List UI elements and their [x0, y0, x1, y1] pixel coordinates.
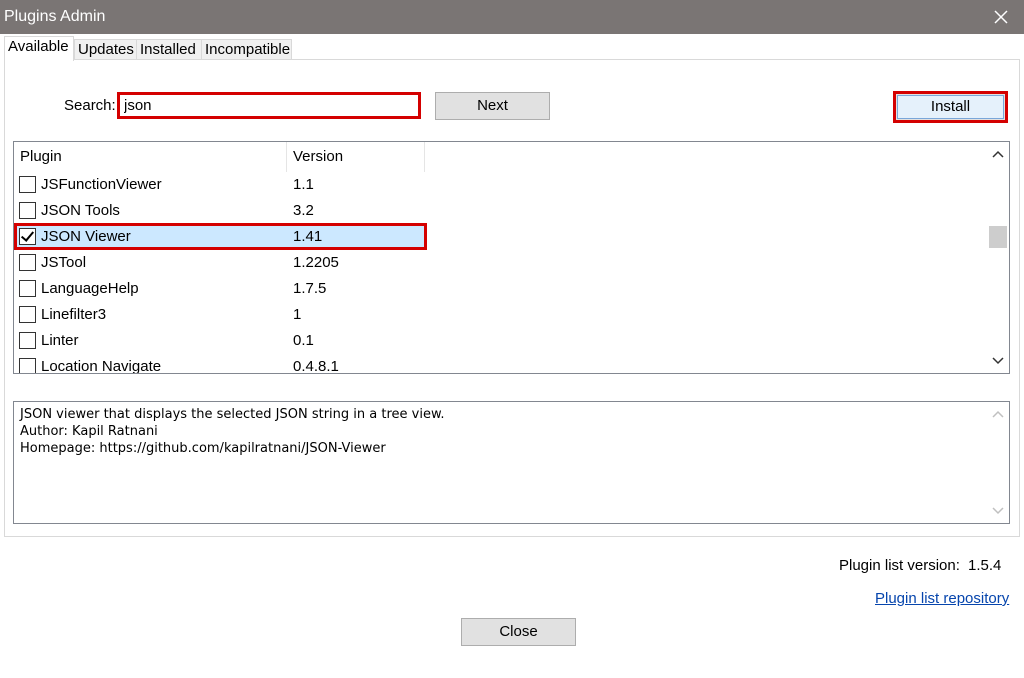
- plugin-version: 3.2: [293, 202, 314, 220]
- description-text: JSON viewer that displays the selected J…: [20, 406, 445, 457]
- plugin-name: JSFunctionViewer: [41, 176, 162, 194]
- install-button[interactable]: Install: [893, 91, 1008, 123]
- description-homepage: Homepage: https://github.com/kapilratnan…: [20, 440, 445, 457]
- plugin-checkbox[interactable]: [19, 332, 36, 349]
- tab-available[interactable]: Available: [4, 36, 74, 61]
- plugin-list-scrollbar[interactable]: [987, 142, 1009, 373]
- plugin-version: 1: [293, 306, 301, 324]
- scroll-up-button[interactable]: [987, 144, 1009, 164]
- plugin-checkbox[interactable]: [19, 202, 36, 219]
- plugin-checkbox[interactable]: [19, 254, 36, 271]
- scroll-thumb[interactable]: [989, 226, 1007, 248]
- plugin-name: Location Navigate: [41, 358, 161, 374]
- description-scrollbar[interactable]: [987, 402, 1009, 523]
- install-button-label: Install: [897, 95, 1004, 119]
- plugin-name: JSTool: [41, 254, 86, 272]
- list-item[interactable]: JSTool 1.2205: [14, 250, 986, 276]
- plugin-version: 0.1: [293, 332, 314, 350]
- next-button[interactable]: Next: [435, 92, 550, 120]
- plugin-list-version-label: Plugin list version:: [839, 557, 960, 575]
- column-divider[interactable]: [424, 142, 425, 172]
- close-button[interactable]: Close: [461, 618, 576, 646]
- plugin-list-repository-link[interactable]: Plugin list repository: [875, 590, 1009, 608]
- list-item[interactable]: LanguageHelp 1.7.5: [14, 276, 986, 302]
- plugin-description[interactable]: JSON viewer that displays the selected J…: [13, 401, 1010, 524]
- description-author: Author: Kapil Ratnani: [20, 423, 445, 440]
- plugin-checkbox[interactable]: [19, 176, 36, 193]
- plugin-version: 1.2205: [293, 254, 339, 272]
- tab-installed[interactable]: Installed: [136, 39, 202, 60]
- description-line: JSON viewer that displays the selected J…: [20, 406, 445, 423]
- search-input[interactable]: [117, 92, 421, 119]
- list-item-selected[interactable]: JSON Viewer 1.41: [14, 224, 986, 250]
- plugin-name: LanguageHelp: [41, 280, 139, 298]
- plugin-list-header: Plugin Version: [14, 142, 986, 172]
- scroll-down-button[interactable]: [987, 351, 1009, 371]
- search-label: Search:: [64, 96, 116, 116]
- plugin-list[interactable]: Plugin Version JSFunctionViewer 1.1 JSON…: [13, 141, 1010, 374]
- plugin-checkbox[interactable]: [19, 358, 36, 374]
- dialog-body: Available Updates Installed Incompatible…: [0, 34, 1024, 678]
- list-item[interactable]: Linter 0.1: [14, 328, 986, 354]
- plugin-version: 0.4.8.1: [293, 358, 339, 374]
- plugin-name: Linefilter3: [41, 306, 106, 324]
- list-item[interactable]: JSON Tools 3.2: [14, 198, 986, 224]
- scroll-down-button[interactable]: [987, 501, 1009, 521]
- selection-annotation-box: [14, 223, 427, 250]
- chevron-up-icon: [992, 150, 1004, 158]
- list-item[interactable]: Location Navigate 0.4.8.1: [14, 354, 986, 374]
- plugin-name: JSON Tools: [41, 202, 120, 220]
- title-bar: Plugins Admin: [0, 0, 1024, 34]
- scroll-up-button[interactable]: [987, 404, 1009, 424]
- chevron-up-icon: [992, 410, 1004, 418]
- chevron-down-icon: [992, 507, 1004, 515]
- tab-updates[interactable]: Updates: [74, 39, 137, 60]
- close-icon: [993, 9, 1009, 25]
- plugin-name: Linter: [41, 332, 79, 350]
- window-close-button[interactable]: [978, 0, 1024, 34]
- column-header-version[interactable]: Version: [293, 148, 343, 166]
- plugin-list-version-value: 1.5.4: [968, 557, 1001, 575]
- chevron-down-icon: [992, 357, 1004, 365]
- list-item[interactable]: JSFunctionViewer 1.1: [14, 172, 986, 198]
- list-item[interactable]: Linefilter3 1: [14, 302, 986, 328]
- tab-incompatible[interactable]: Incompatible: [201, 39, 292, 60]
- plugin-version: 1.7.5: [293, 280, 326, 298]
- window-title: Plugins Admin: [4, 7, 105, 27]
- column-header-plugin[interactable]: Plugin: [20, 148, 62, 166]
- plugin-version: 1.1: [293, 176, 314, 194]
- column-divider[interactable]: [286, 142, 287, 172]
- plugin-checkbox[interactable]: [19, 306, 36, 323]
- plugin-checkbox[interactable]: [19, 280, 36, 297]
